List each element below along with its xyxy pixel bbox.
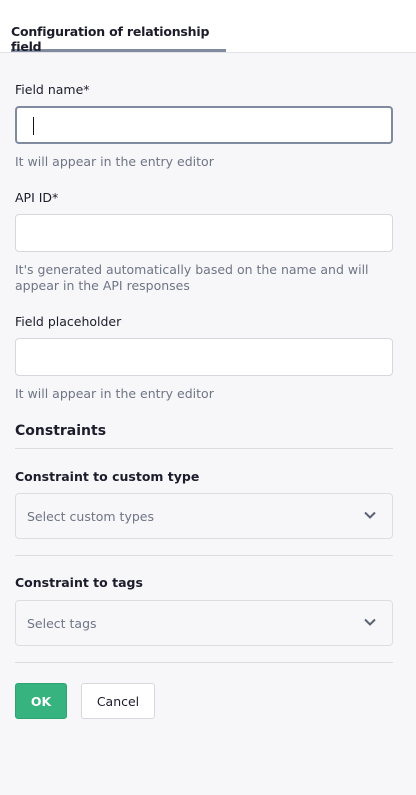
divider (15, 448, 393, 449)
field-name-label: Field name* (15, 82, 90, 97)
chevron-down-icon (364, 511, 376, 519)
divider (15, 555, 393, 556)
tags-label: Constraint to tags (15, 575, 143, 590)
field-placeholder-label: Field placeholder (15, 314, 122, 329)
custom-type-placeholder: Select custom types (27, 509, 154, 524)
cancel-button[interactable]: Cancel (81, 683, 155, 719)
field-placeholder-input[interactable] (15, 338, 393, 376)
tags-placeholder: Select tags (27, 616, 97, 631)
field-placeholder-help: It will appear in the entry editor (15, 386, 214, 401)
field-name-help: It will appear in the entry editor (15, 154, 214, 169)
api-id-label: API ID* (15, 190, 59, 205)
tab-configuration[interactable]: Configuration of relationship field (11, 24, 226, 54)
api-id-input[interactable] (15, 214, 393, 252)
field-name-input[interactable] (15, 106, 393, 144)
text-caret (33, 117, 34, 135)
custom-type-label: Constraint to custom type (15, 469, 200, 484)
divider (15, 662, 393, 663)
custom-type-select[interactable]: Select custom types (15, 493, 393, 539)
chevron-down-icon (364, 618, 376, 626)
ok-button[interactable]: OK (15, 683, 67, 719)
tags-select[interactable]: Select tags (15, 600, 393, 646)
api-id-help: It's generated automatically based on th… (15, 262, 369, 293)
constraints-heading: Constraints (15, 423, 107, 439)
header: Configuration of relationship field (0, 0, 416, 54)
